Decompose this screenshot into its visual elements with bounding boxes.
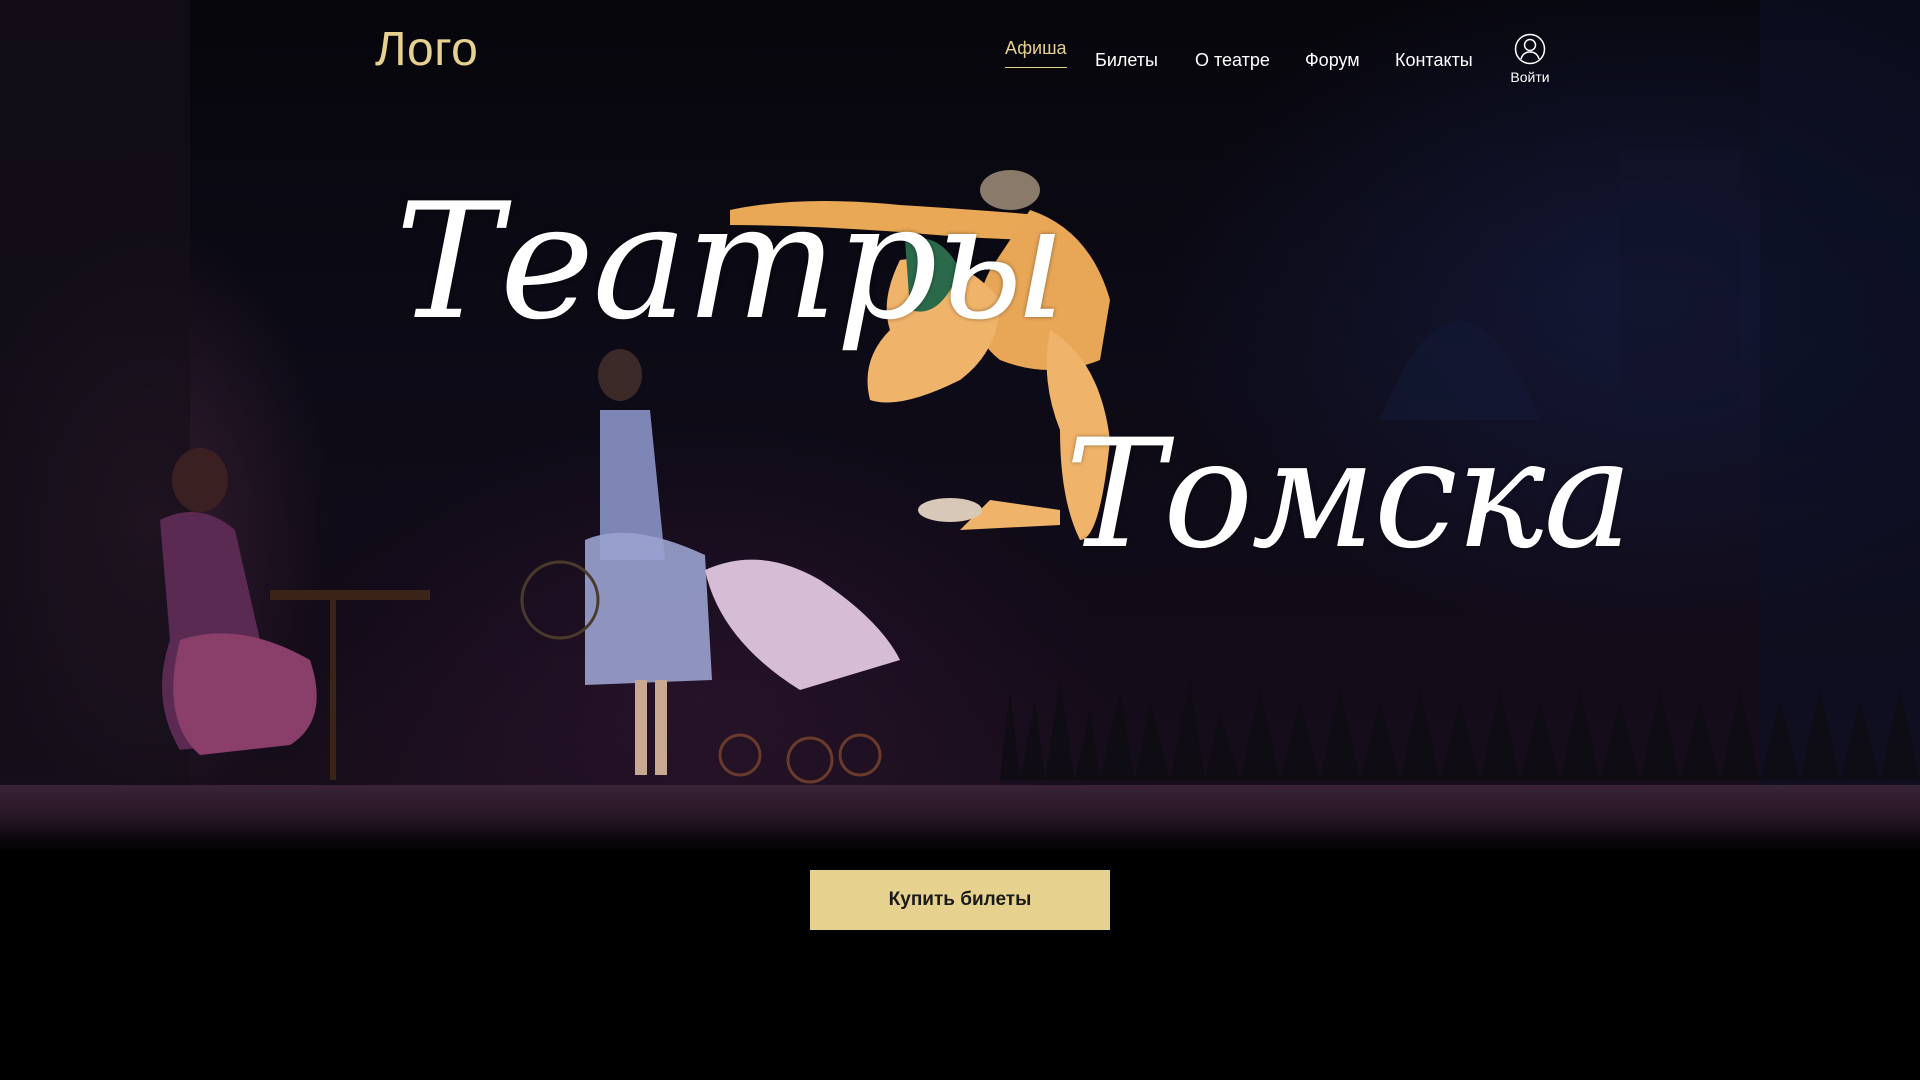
site-logo[interactable]: Лого xyxy=(375,22,478,77)
user-icon xyxy=(1514,33,1546,65)
buy-tickets-button[interactable]: Купить билеты xyxy=(810,870,1110,930)
nav-item-afisha[interactable]: Афиша xyxy=(1005,38,1067,68)
login-button[interactable]: Войти xyxy=(1508,33,1552,85)
hero-title-line-2: Томска xyxy=(1065,408,1633,582)
nav-item-bilety[interactable]: Билеты xyxy=(1095,50,1158,71)
stage-fade xyxy=(0,820,1920,850)
hero-title-line-1: Театры xyxy=(395,168,1066,355)
nav-item-o-teatre[interactable]: О театре xyxy=(1195,50,1270,71)
site-header: Лого Афиша Билеты О театре Форум Контакт… xyxy=(0,0,1920,110)
stage-scene-image xyxy=(0,0,1920,818)
nav-item-forum[interactable]: Форум xyxy=(1305,50,1360,71)
hero-banner: Театры Томска xyxy=(0,0,1920,850)
nav-item-kontakty[interactable]: Контакты xyxy=(1395,50,1473,71)
login-label: Войти xyxy=(1510,69,1550,85)
